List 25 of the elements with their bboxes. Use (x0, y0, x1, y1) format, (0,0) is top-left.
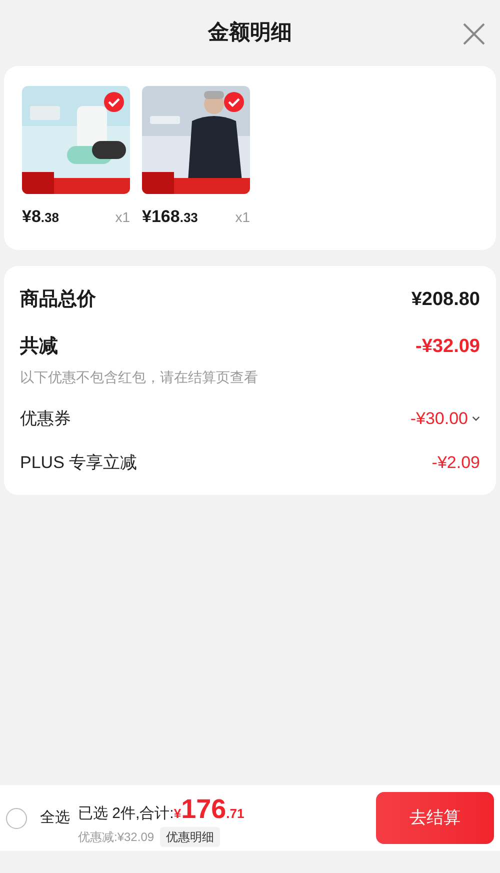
discount-value: -¥32.09 (416, 334, 480, 358)
discount-item-value: -¥30.00 (410, 408, 468, 430)
discount-item-value: -¥2.09 (432, 452, 480, 474)
discount-detail-button[interactable]: 优惠明细 (160, 827, 220, 848)
discount-label: 共减 (20, 334, 58, 358)
selected-summary: 已选 2件,合计: (78, 804, 174, 824)
total-label: 商品总价 (20, 288, 96, 312)
product-quantity: x1 (235, 208, 250, 227)
discount-item-label: PLUS 专享立减 (20, 452, 138, 474)
product-price: ¥8.38 (22, 206, 59, 228)
saved-amount: 优惠减:¥32.09 (78, 829, 154, 846)
check-icon[interactable] (104, 92, 124, 112)
discount-note: 以下优惠不包含红包，请在结算页查看 (20, 368, 259, 387)
select-all-checkbox[interactable] (6, 808, 27, 828)
footer-total: ¥176.71 (174, 792, 244, 826)
check-icon[interactable] (224, 92, 244, 112)
discount-item-label: 优惠券 (20, 408, 71, 430)
product-price: ¥168.33 (142, 206, 198, 228)
checkout-button[interactable]: 去结算 (376, 792, 494, 844)
total-value: ¥208.80 (411, 288, 480, 312)
chevron-down-icon[interactable] (472, 416, 480, 422)
dialog-title: 金额明细 (208, 20, 292, 46)
close-icon[interactable] (462, 22, 486, 46)
product-quantity: x1 (115, 208, 130, 227)
select-all-label[interactable]: 全选 (40, 806, 70, 830)
